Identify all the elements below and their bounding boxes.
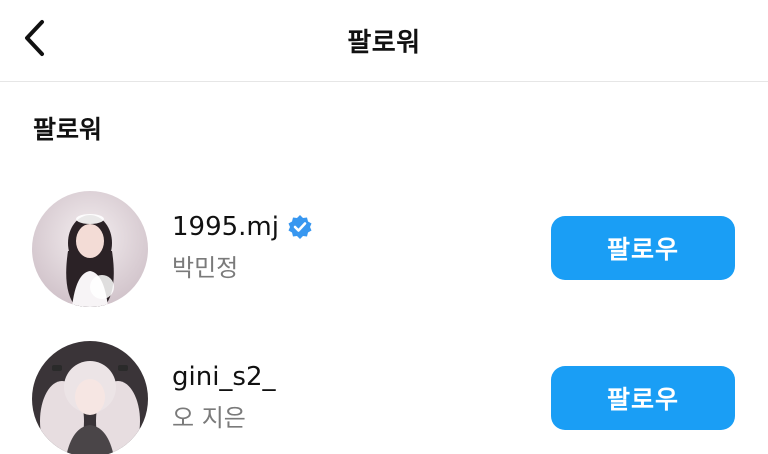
user-info[interactable]: gini_s2_ 오 지은 bbox=[172, 362, 276, 433]
follow-button[interactable]: 팔로우 bbox=[551, 366, 735, 430]
page-title: 팔로워 bbox=[347, 28, 421, 58]
username: 1995.mj bbox=[172, 212, 279, 242]
follow-button[interactable]: 팔로우 bbox=[551, 216, 735, 280]
verified-badge-icon bbox=[287, 214, 313, 240]
full-name: 오 지은 bbox=[172, 404, 246, 432]
username: gini_s2_ bbox=[172, 362, 276, 392]
follower-row: 1995.mj 박민정 팔로우 bbox=[0, 188, 768, 307]
user-info[interactable]: 1995.mj 박민정 bbox=[172, 212, 313, 283]
profile-photo bbox=[32, 191, 148, 307]
avatar[interactable] bbox=[32, 191, 148, 307]
profile-photo bbox=[32, 341, 148, 454]
avatar[interactable] bbox=[32, 341, 148, 454]
full-name: 박민정 bbox=[172, 254, 239, 282]
top-nav-bar: 팔로워 bbox=[0, 0, 768, 82]
follower-row: gini_s2_ 오 지은 팔로우 bbox=[0, 338, 768, 454]
section-title: 팔로워 bbox=[33, 115, 103, 144]
